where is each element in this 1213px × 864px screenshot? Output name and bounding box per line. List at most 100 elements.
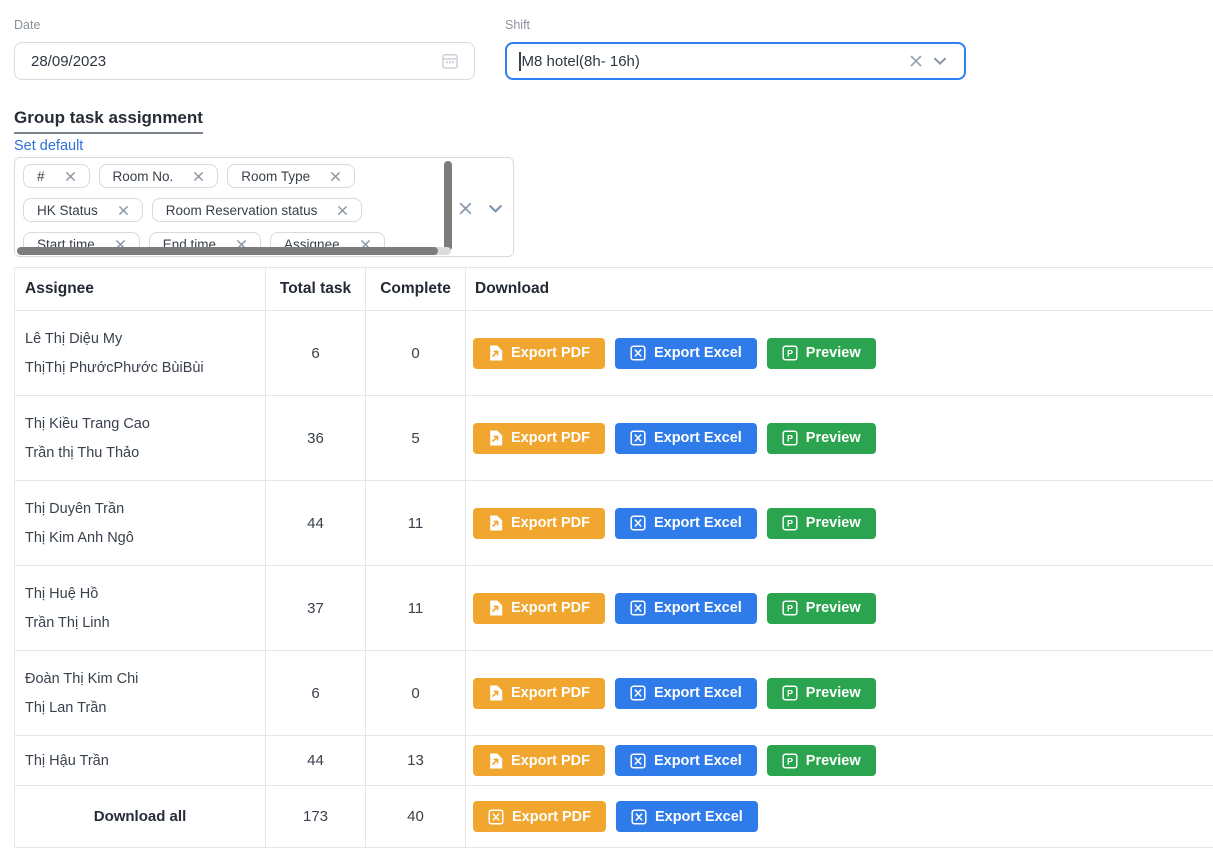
total-task-value: 36: [266, 396, 366, 480]
assignee-name: Trần thị Thu Thảo: [25, 445, 265, 461]
svg-text:P: P: [787, 433, 793, 443]
date-field-label: Date: [14, 18, 40, 32]
export-pdf-button[interactable]: Export PDF: [473, 338, 605, 369]
table-row: Đoàn Thị Kim Chi Thị Lan Trần 6 0 Export…: [15, 651, 1213, 736]
preview-button[interactable]: P Preview: [767, 423, 876, 454]
tag-label: HK Status: [37, 203, 98, 218]
chevron-down-icon[interactable]: [483, 196, 507, 220]
excel-x-square-icon: [488, 809, 504, 825]
header-assignee: Assignee: [15, 268, 266, 310]
header-total-task: Total task: [266, 268, 366, 310]
complete-value: 0: [366, 311, 466, 395]
complete-value: 13: [366, 736, 466, 785]
tag-hk-status[interactable]: HK Status: [23, 198, 143, 222]
assignee-name: Lê Thị Diệu My: [25, 331, 265, 347]
table-row: Thị Huệ Hồ Trần Thị Linh 37 11 Export PD…: [15, 566, 1213, 651]
preview-button[interactable]: P Preview: [767, 508, 876, 539]
tag-label: #: [37, 169, 45, 184]
assignee-name: Trần Thị Linh: [25, 615, 265, 631]
excel-x-square-icon: [630, 753, 646, 769]
group-task-assignment-page: Date 28/09/2023 Shift M8 hotel(8h- 16h) …: [0, 0, 1213, 864]
shift-select[interactable]: M8 hotel(8h- 16h): [505, 42, 966, 80]
remove-x-icon[interactable]: [337, 205, 348, 216]
export-pdf-button[interactable]: Export PDF: [473, 423, 605, 454]
total-task-value: 44: [266, 481, 366, 565]
export-excel-button[interactable]: Export Excel: [615, 678, 757, 709]
p-square-icon: P: [782, 685, 798, 701]
assignee-names: Thị Huệ Hồ Trần Thị Linh: [15, 566, 266, 650]
button-label: Preview: [806, 515, 861, 531]
export-excel-button[interactable]: Export Excel: [615, 593, 757, 624]
svg-text:P: P: [787, 518, 793, 528]
assignee-name: Thị Hậu Trần: [25, 753, 265, 769]
horizontal-scrollbar-thumb[interactable]: [17, 247, 438, 255]
export-all-excel-button[interactable]: Export Excel: [616, 801, 758, 832]
text-caret: [519, 52, 521, 71]
date-input[interactable]: 28/09/2023: [14, 42, 475, 80]
clear-x-icon[interactable]: [904, 49, 928, 73]
p-square-icon: P: [782, 430, 798, 446]
calendar-icon[interactable]: [438, 49, 462, 73]
button-label: Export PDF: [511, 685, 590, 701]
horizontal-scrollbar-track[interactable]: [17, 247, 451, 255]
preview-button[interactable]: P Preview: [767, 338, 876, 369]
export-excel-button[interactable]: Export Excel: [615, 508, 757, 539]
remove-x-icon[interactable]: [193, 171, 204, 182]
assignee-name: Đoàn Thị Kim Chi: [25, 671, 265, 687]
button-label: Preview: [806, 345, 861, 361]
set-default-link[interactable]: Set default: [14, 138, 83, 154]
excel-x-square-icon: [631, 809, 647, 825]
button-label: Export Excel: [654, 600, 742, 616]
header-complete: Complete: [366, 268, 466, 310]
table-row: Thị Kiều Trang Cao Trần thị Thu Thảo 36 …: [15, 396, 1213, 481]
export-all-pdf-button[interactable]: Export PDF: [473, 801, 606, 832]
tag-room-reservation-status[interactable]: Room Reservation status: [152, 198, 363, 222]
download-actions: Export PDF Export Excel P Preview: [466, 736, 1213, 785]
assignee-name: Thị Lan Trần: [25, 700, 265, 716]
header-download: Download: [466, 268, 1213, 310]
columns-multiselect[interactable]: # Room No. Room Type HK Status Room Rese…: [14, 157, 514, 257]
download-actions: Export PDF Export Excel PPreview: [466, 566, 1213, 650]
svg-text:P: P: [787, 348, 793, 358]
button-label: Preview: [806, 430, 861, 446]
excel-x-square-icon: [630, 430, 646, 446]
pdf-file-arrow-icon: [488, 345, 503, 361]
export-excel-button[interactable]: Export Excel: [615, 745, 757, 776]
remove-x-icon[interactable]: [65, 171, 76, 182]
vertical-scrollbar[interactable]: [444, 161, 452, 251]
total-task-value: 6: [266, 651, 366, 735]
remove-x-icon[interactable]: [118, 205, 129, 216]
tag-label: Room No.: [113, 169, 174, 184]
export-pdf-button[interactable]: Export PDF: [473, 678, 605, 709]
export-excel-button[interactable]: Export Excel: [615, 338, 757, 369]
clear-x-icon[interactable]: [453, 196, 477, 220]
assignee-name: Thị Kim Anh Ngô: [25, 530, 265, 546]
preview-button[interactable]: PPreview: [767, 593, 876, 624]
export-pdf-button[interactable]: Export PDF: [473, 593, 605, 624]
button-label: Export Excel: [655, 809, 743, 825]
tag-room-no[interactable]: Room No.: [99, 164, 219, 188]
button-label: Export PDF: [511, 430, 590, 446]
p-square-icon: P: [782, 753, 798, 769]
table-footer-row: Download all 173 40 Export PDF Export Ex…: [15, 786, 1213, 848]
chevron-down-icon[interactable]: [928, 49, 952, 73]
tag-hash[interactable]: #: [23, 164, 90, 188]
shift-field-label: Shift: [505, 18, 530, 32]
export-pdf-button[interactable]: Export PDF: [473, 508, 605, 539]
button-label: Export PDF: [511, 600, 590, 616]
button-label: Export PDF: [511, 515, 590, 531]
tag-room-type[interactable]: Room Type: [227, 164, 355, 188]
preview-button[interactable]: PPreview: [767, 678, 876, 709]
complete-value: 11: [366, 566, 466, 650]
button-label: Export PDF: [511, 345, 590, 361]
export-excel-button[interactable]: Export Excel: [615, 423, 757, 454]
preview-button[interactable]: P Preview: [767, 745, 876, 776]
button-label: Preview: [806, 753, 861, 769]
total-task-sum: 173: [266, 786, 366, 847]
pdf-file-arrow-icon: [488, 600, 503, 616]
svg-text:P: P: [787, 688, 793, 698]
assignee-name: Thị Huệ Hồ: [25, 586, 265, 602]
export-pdf-button[interactable]: Export PDF: [473, 745, 605, 776]
remove-x-icon[interactable]: [330, 171, 341, 182]
button-label: Export Excel: [654, 515, 742, 531]
